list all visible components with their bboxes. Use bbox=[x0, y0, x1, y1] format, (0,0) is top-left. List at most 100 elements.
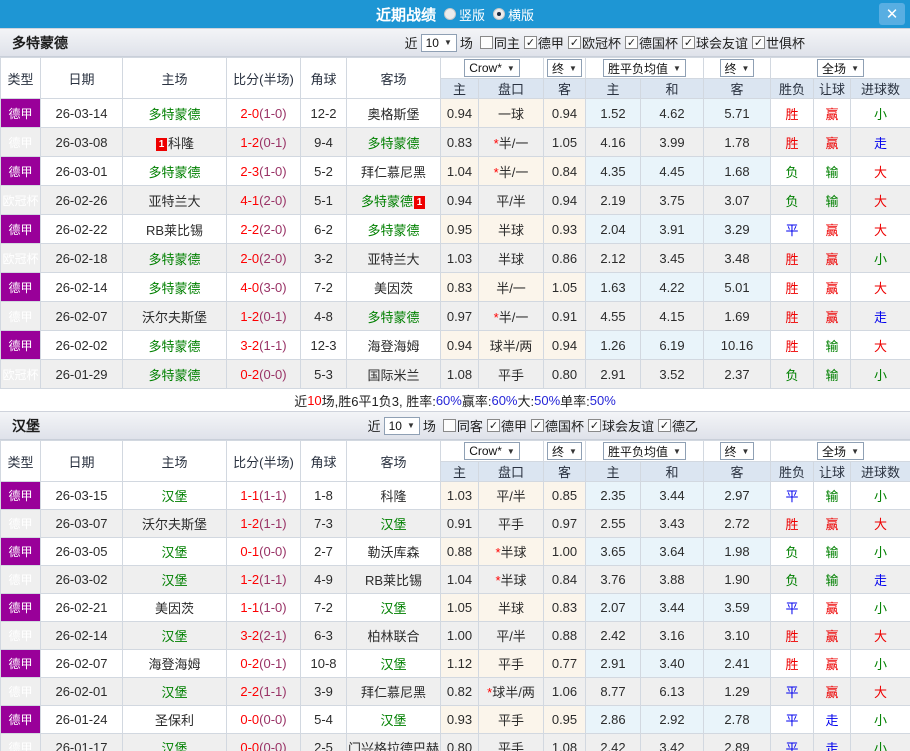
handicap-result-cell: 赢 bbox=[814, 622, 851, 650]
radio-label: 横版 bbox=[508, 5, 534, 24]
avg-home-cell: 4.35 bbox=[586, 157, 641, 186]
home-team-cell: 1科隆 bbox=[123, 128, 227, 157]
league-filter-checkbox[interactable]: 德国杯 bbox=[625, 33, 678, 52]
scope-select-cell: 全场▼ bbox=[771, 58, 910, 79]
team-name: 多特蒙德 bbox=[148, 107, 200, 122]
handicap-away-odds-cell: 0.86 bbox=[544, 244, 586, 273]
handicap-away-odds-cell: 1.08 bbox=[544, 734, 586, 751]
final-odds-select[interactable]: 终▼ bbox=[547, 59, 582, 77]
checkbox-icon bbox=[752, 36, 765, 49]
league-filter-checkbox[interactable]: 德国杯 bbox=[531, 416, 584, 435]
col-goals: 进球数 bbox=[851, 462, 910, 482]
avg-away-cell: 1.68 bbox=[704, 157, 771, 186]
avg-home-cell: 3.76 bbox=[586, 566, 641, 594]
team-name: 多特蒙德 bbox=[148, 368, 200, 383]
score-cell: 2-2(2-0) bbox=[227, 215, 301, 244]
avg-away-cell: 5.71 bbox=[704, 99, 771, 128]
corner-cell: 6-3 bbox=[301, 622, 347, 650]
result-cell: 平 bbox=[771, 482, 814, 510]
col-corner: 角球 bbox=[301, 58, 347, 99]
corner-cell: 5-2 bbox=[301, 157, 347, 186]
avg-home-cell: 1.26 bbox=[586, 331, 641, 360]
avg-odds-select[interactable]: 胜平负均值▼ bbox=[603, 442, 686, 460]
corner-cell: 9-4 bbox=[301, 128, 347, 157]
match-scope-select[interactable]: 全场▼ bbox=[817, 442, 864, 460]
col-handicap-line: 盘口 bbox=[479, 462, 544, 482]
col-result: 胜负 bbox=[771, 79, 814, 99]
halftime-score: (1-0) bbox=[259, 106, 286, 121]
date-cell: 26-01-17 bbox=[41, 734, 123, 751]
final-avg-select[interactable]: 终▼ bbox=[720, 59, 755, 77]
recent-count-select[interactable]: 10 ▼ bbox=[421, 34, 457, 52]
goals-result-cell: 小 bbox=[851, 538, 910, 566]
same-venue-checkbox[interactable]: 同主 bbox=[480, 33, 520, 52]
final-odds-select[interactable]: 终▼ bbox=[547, 442, 582, 460]
match-scope-select[interactable]: 全场▼ bbox=[817, 59, 864, 77]
result-cell: 胜 bbox=[771, 244, 814, 273]
near-label: 近 bbox=[405, 33, 418, 52]
avg-draw-cell: 3.88 bbox=[641, 566, 704, 594]
close-button[interactable]: ✕ bbox=[879, 3, 905, 25]
fulltime-score: 1-1 bbox=[240, 600, 259, 615]
checkbox-icon bbox=[588, 419, 601, 432]
final-avg-select[interactable]: 终▼ bbox=[720, 442, 755, 460]
fulltime-score: 1-2 bbox=[240, 309, 259, 324]
match-row: 德甲26-02-14多特蒙德4-0(3-0)7-2美因茨0.83半/一1.051… bbox=[1, 273, 910, 302]
handicap-away-odds-cell: 0.77 bbox=[544, 650, 586, 678]
handicap-home-odds-cell: 0.82 bbox=[441, 678, 479, 706]
result-cell: 负 bbox=[771, 566, 814, 594]
corner-cell: 2-5 bbox=[301, 734, 347, 751]
layout-radio-horizontal[interactable]: 横版 bbox=[493, 5, 534, 24]
chevron-down-icon: ▼ bbox=[444, 38, 452, 47]
date-cell: 26-02-22 bbox=[41, 215, 123, 244]
match-row: 德甲26-01-24圣保利0-0(0-0)5-4汉堡0.93平手0.952.86… bbox=[1, 706, 910, 734]
league-filter-checkbox[interactable]: 德甲 bbox=[524, 33, 564, 52]
handicap-away-odds-cell: 0.85 bbox=[544, 482, 586, 510]
team-title: 多特蒙德 bbox=[12, 33, 68, 53]
home-team-cell: 汉堡 bbox=[123, 622, 227, 650]
date-cell: 26-03-05 bbox=[41, 538, 123, 566]
handicap-home-odds-cell: 0.94 bbox=[441, 331, 479, 360]
checkbox-icon bbox=[443, 419, 456, 432]
checkbox-icon bbox=[682, 36, 695, 49]
same-venue-checkbox[interactable]: 同客 bbox=[443, 416, 483, 435]
avg-away-cell: 3.07 bbox=[704, 186, 771, 215]
avg-odds-select[interactable]: 胜平负均值▼ bbox=[603, 59, 686, 77]
avg-draw-cell: 4.15 bbox=[641, 302, 704, 331]
league-filter-checkbox[interactable]: 球会友谊 bbox=[588, 416, 654, 435]
score-cell: 0-2(0-1) bbox=[227, 650, 301, 678]
league-filter-checkbox[interactable]: 德乙 bbox=[658, 416, 698, 435]
recent-count-select[interactable]: 10 ▼ bbox=[384, 417, 420, 435]
result-cell: 胜 bbox=[771, 622, 814, 650]
chevron-down-icon: ▼ bbox=[851, 64, 859, 73]
handicap-away-odds-cell: 0.95 bbox=[544, 706, 586, 734]
halftime-score: (0-1) bbox=[259, 135, 286, 150]
avg-away-cell: 1.69 bbox=[704, 302, 771, 331]
team-name: 汉堡 bbox=[161, 545, 187, 560]
away-team-cell: 汉堡 bbox=[347, 594, 441, 622]
corner-cell: 7-2 bbox=[301, 273, 347, 302]
result-cell: 胜 bbox=[771, 99, 814, 128]
team-name: 汉堡 bbox=[380, 601, 406, 616]
bookmaker-select[interactable]: Crow*▼ bbox=[464, 442, 520, 460]
goals-result-cell: 大 bbox=[851, 510, 910, 538]
corner-cell: 5-1 bbox=[301, 186, 347, 215]
league-filter-checkbox[interactable]: 世俱杯 bbox=[752, 33, 805, 52]
handicap-line-cell: *半/一 bbox=[479, 157, 544, 186]
away-team-cell: 汉堡 bbox=[347, 706, 441, 734]
league-filter-label: 德国杯 bbox=[545, 416, 584, 435]
section-header: 汉堡 近 10 ▼ 场 同客 德甲德国杯球会友谊德乙 bbox=[0, 411, 910, 440]
avg-away-cell: 3.29 bbox=[704, 215, 771, 244]
layout-radio-vertical[interactable]: 竖版 bbox=[444, 5, 485, 24]
score-cell: 2-0(1-0) bbox=[227, 99, 301, 128]
score-cell: 3-2(2-1) bbox=[227, 622, 301, 650]
halftime-score: (2-0) bbox=[259, 251, 286, 266]
date-cell: 26-02-07 bbox=[41, 302, 123, 331]
col-corner: 角球 bbox=[301, 441, 347, 482]
bookmaker-select[interactable]: Crow*▼ bbox=[464, 59, 520, 77]
league-filter-checkbox[interactable]: 德甲 bbox=[487, 416, 527, 435]
league-filter-checkbox[interactable]: 球会友谊 bbox=[682, 33, 748, 52]
league-filter-checkbox[interactable]: 欧冠杯 bbox=[568, 33, 621, 52]
avg-home-cell: 8.77 bbox=[586, 678, 641, 706]
halftime-score: (1-1) bbox=[259, 488, 286, 503]
